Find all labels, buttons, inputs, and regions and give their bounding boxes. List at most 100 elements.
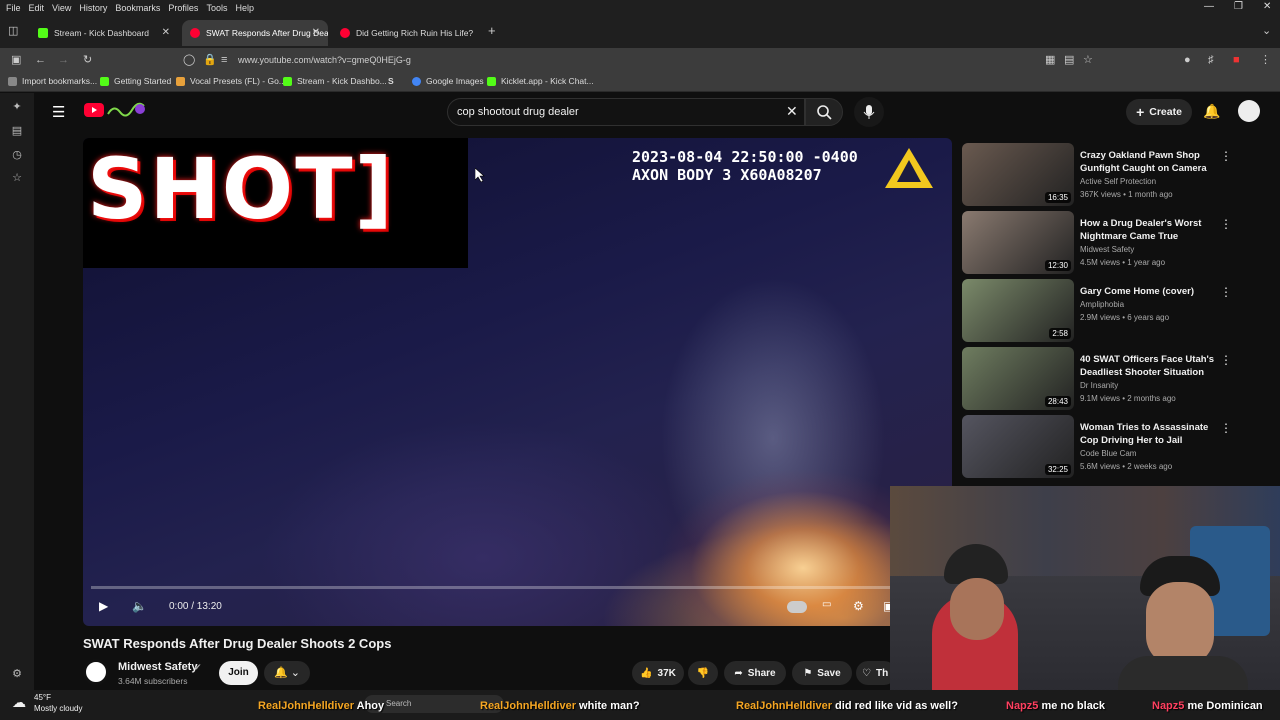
tab-kick-dashboard[interactable]: Stream - Kick Dashboard ✕ — [30, 20, 178, 46]
bookmark-vocal-presets[interactable]: Vocal Presets (FL) - Go... — [176, 76, 286, 86]
save-button[interactable]: ⚑ Save — [792, 661, 852, 685]
tab-rich-video[interactable]: Did Getting Rich Ruin His Life? — [332, 20, 482, 46]
extensions-icon[interactable]: ♯ — [1208, 53, 1214, 67]
screenshot-icon[interactable]: ▦ — [1045, 53, 1055, 67]
chat-user: RealJohnHelldiver — [258, 700, 354, 712]
menu-tools[interactable]: Tools — [206, 3, 227, 13]
join-button[interactable]: Join — [219, 661, 258, 685]
recommendation-channel: Active Self Protection — [1080, 177, 1157, 186]
progress-bar[interactable] — [91, 586, 891, 589]
dislike-button[interactable]: 👎 — [688, 661, 718, 685]
menu-dots-icon[interactable]: ⋮ — [1260, 53, 1271, 67]
bookmark-star-icon[interactable]: ☆ — [1083, 53, 1093, 67]
chat-user: RealJohnHelldiver — [480, 700, 576, 712]
bookmark-kicklet[interactable]: Kicklet.app - Kick Chat... — [487, 76, 594, 86]
recommendation-item[interactable]: 2:58 Gary Come Home (cover) Ampliphobia 2.9… — [962, 279, 1272, 342]
user-avatar[interactable] — [1238, 100, 1260, 122]
captions-icon[interactable]: ▭ — [822, 599, 831, 610]
import-icon — [8, 76, 17, 86]
bodycam-timestamp: 2023-08-04 22:50:00 -0400 AXON BODY 3 X6… — [632, 148, 858, 184]
address-bar[interactable]: www.youtube.com/watch?v=gmeQ0HEjG-g — [180, 51, 1100, 69]
video-overlay-text: SHOT] — [87, 140, 395, 238]
favorites-icon[interactable]: ☆ — [11, 172, 23, 184]
create-button[interactable]: + Create — [1126, 99, 1192, 125]
menu-view[interactable]: View — [52, 3, 71, 13]
bookmark-label: Vocal Presets (FL) - Go... — [190, 76, 286, 86]
settings-gear-icon[interactable]: ⚙ — [11, 668, 23, 680]
youtube-logo-icon[interactable] — [84, 103, 104, 117]
restore-icon[interactable]: ❐ — [1234, 1, 1243, 12]
video-thumbnail[interactable]: 32:25 — [962, 415, 1074, 478]
tab-bar: ◫ Stream - Kick Dashboard ✕ SWAT Respond… — [0, 16, 1280, 48]
subscription-bell-button[interactable]: 🔔 ⌄ — [264, 661, 310, 685]
forward-icon[interactable]: → — [58, 53, 69, 67]
clear-search-icon[interactable]: ✕ — [786, 103, 798, 120]
back-icon[interactable]: ← — [35, 53, 46, 67]
close-tab-icon[interactable]: ✕ — [312, 27, 320, 38]
thanks-label: Th — [875, 667, 889, 679]
recommendation-meta: 4.5M views • 1 year ago — [1080, 258, 1166, 267]
history-icon[interactable]: ◷ — [11, 149, 23, 161]
share-button[interactable]: ➦ Share — [724, 661, 786, 685]
play-icon[interactable]: ▶ — [99, 599, 108, 613]
close-window-icon[interactable]: ✕ — [1263, 1, 1271, 12]
search-input[interactable]: cop shootout drug dealer — [447, 98, 805, 126]
tab-list-icon[interactable]: ◫ — [8, 24, 18, 38]
hamburger-menu-icon[interactable]: ☰ — [52, 103, 65, 121]
notifications-bell-icon[interactable]: 🔔 — [1203, 103, 1220, 120]
bookmark-kick-dashboard[interactable]: Stream - Kick Dashbo... — [283, 76, 387, 86]
like-button[interactable]: 👍 37K — [632, 661, 684, 685]
sidebar-toggle-icon[interactable]: ▣ — [11, 53, 21, 67]
taskbar-search-label: Search — [386, 699, 412, 708]
bookmark-import[interactable]: Import bookmarks... — [8, 76, 97, 86]
tab-search-icon[interactable]: ⌄ — [1262, 24, 1271, 38]
thumbs-down-icon: 👎 — [696, 667, 710, 679]
reload-icon[interactable]: ↻ — [83, 53, 92, 67]
bookmark-google-images[interactable]: Google Images — [412, 76, 484, 86]
more-options-icon[interactable]: ⋮ — [1220, 285, 1232, 299]
settings-icon[interactable]: ⚙ — [853, 599, 864, 613]
recommendation-item[interactable]: 32:25 Woman Tries to Assassinate Cop Driv… — [962, 415, 1272, 478]
reader-icon[interactable]: ▤ — [1064, 53, 1074, 67]
minimize-icon[interactable]: — — [1204, 1, 1214, 12]
video-thumbnail[interactable]: 2:58 — [962, 279, 1074, 342]
menu-file[interactable]: File — [6, 3, 21, 13]
volume-icon[interactable]: 🔈 — [132, 599, 147, 613]
menu-edit[interactable]: Edit — [29, 3, 45, 13]
bookmark-getting-started[interactable]: Getting Started — [100, 76, 171, 86]
video-thumbnail[interactable]: 16:35 — [962, 143, 1074, 206]
channel-name[interactable]: Midwest Safety — [118, 661, 197, 673]
bookmark-label: Stream - Kick Dashbo... — [297, 76, 387, 86]
microphone-icon — [863, 105, 875, 119]
menu-history[interactable]: History — [79, 3, 107, 13]
voice-search-button[interactable] — [854, 97, 884, 127]
recommendation-item[interactable]: 28:43 40 SWAT Officers Face Utah's Deadli… — [962, 347, 1272, 410]
chat-user: Napz5 — [1006, 700, 1039, 712]
more-options-icon[interactable]: ⋮ — [1220, 353, 1232, 367]
url-text: www.youtube.com/watch?v=gmeQ0HEjG-g — [238, 55, 411, 65]
close-tab-icon[interactable]: ✕ — [162, 27, 170, 38]
channel-avatar[interactable] — [83, 659, 109, 685]
new-tab-icon[interactable]: + — [488, 24, 496, 38]
account-icon[interactable]: ● — [1184, 53, 1191, 67]
reading-list-icon[interactable]: ▤ — [11, 125, 23, 137]
menu-profiles[interactable]: Profiles — [168, 3, 198, 13]
kick-icon — [283, 76, 292, 86]
search-button[interactable] — [805, 98, 843, 126]
bookmark-s[interactable]: S — [388, 76, 394, 86]
video-thumbnail[interactable]: 28:43 — [962, 347, 1074, 410]
autoplay-toggle[interactable] — [787, 601, 807, 613]
more-options-icon[interactable]: ⋮ — [1220, 421, 1232, 435]
recommendation-item[interactable]: 12:30 How a Drug Dealer's Worst Nightmare… — [962, 211, 1272, 274]
recommendation-item[interactable]: 16:35 Crazy Oakland Pawn Shop Gunfight Ca… — [962, 143, 1272, 206]
ai-icon[interactable]: ✦ — [11, 101, 23, 113]
more-options-icon[interactable]: ⋮ — [1220, 217, 1232, 231]
menu-bookmarks[interactable]: Bookmarks — [115, 3, 160, 13]
menu-help[interactable]: Help — [235, 3, 254, 13]
video-thumbnail[interactable]: 12:30 — [962, 211, 1074, 274]
extension-badge-icon[interactable]: ■ — [1233, 53, 1240, 67]
tab-swat-video[interactable]: SWAT Responds After Drug Dea ✕ — [182, 20, 328, 46]
chat-text: me Dominican — [1187, 700, 1263, 712]
more-options-icon[interactable]: ⋮ — [1220, 149, 1232, 163]
video-player[interactable]: SHOT] 2023-08-04 22:50:00 -0400 AXON BOD… — [83, 138, 952, 626]
